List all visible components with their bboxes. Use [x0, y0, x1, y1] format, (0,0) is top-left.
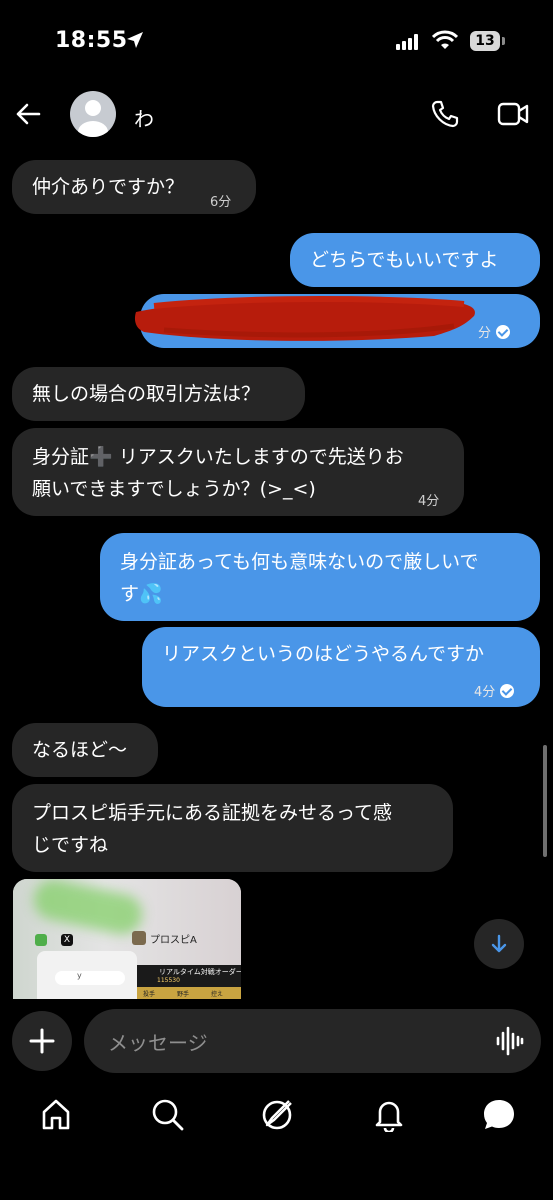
message-text-line2: す💦 [120, 583, 163, 605]
bell-icon[interactable] [373, 1098, 405, 1132]
redaction-scribble [134, 296, 475, 341]
read-check-icon [496, 325, 511, 339]
back-arrow-icon[interactable] [14, 100, 42, 128]
contact-name[interactable]: わ [134, 103, 154, 132]
game-tab-pitcher: 投手 [143, 991, 156, 998]
message-bubble-outgoing[interactable]: リアスクというのはどうやるんですか 4分 [142, 627, 540, 707]
game-tabs: 投手 野手 控え [137, 987, 241, 999]
message-input[interactable]: メッセージ [84, 1009, 541, 1073]
chat-icon[interactable] [482, 1098, 516, 1132]
phone-icon[interactable] [430, 99, 460, 129]
plus-icon [29, 1028, 55, 1054]
message-bubble-incoming[interactable]: なるほど～ [12, 723, 158, 777]
shared-screenshot-image[interactable]: X プロスピA y リアルタイム対戦オーダー 115530 投手 野手 控え [13, 879, 241, 999]
search-bar-text: y [77, 971, 82, 980]
home-icon[interactable] [40, 1098, 72, 1132]
status-time: 18:55 [55, 28, 128, 53]
battery-indicator: 13 [470, 31, 500, 51]
message-text-line1: 身分証あっても何も意味ないので厳しいで [120, 551, 479, 573]
game-tab-fielder: 野手 [177, 991, 190, 998]
chevron-down-icon [491, 934, 507, 953]
video-camera-icon[interactable] [497, 100, 529, 128]
message-bubble-incoming[interactable]: プロスピ垢手元にある証拠をみせるって感 じですね [12, 784, 453, 872]
location-arrow-icon [127, 32, 143, 48]
message-status: 4分 [474, 677, 515, 709]
message-text-line2: じですね [32, 834, 109, 856]
message-bubble-incoming[interactable]: 身分証➕ リアスクいたしますので先送りお 願いできますでしょうか？(>_<) 4… [12, 428, 464, 516]
message-bubble-outgoing[interactable]: どちらでもいいですよ [290, 233, 540, 287]
add-attachment-button[interactable] [12, 1011, 72, 1071]
contact-avatar[interactable] [70, 91, 116, 137]
cellular-signal-icon [396, 34, 422, 50]
game-score: 115530 [157, 977, 180, 984]
scrollbar[interactable] [543, 745, 547, 857]
message-time: 4分 [418, 494, 440, 509]
message-bubble-incoming[interactable]: 無しの場合の取引方法は？ [12, 367, 305, 421]
search-bar-mini [55, 971, 125, 985]
message-bubble-outgoing[interactable]: 身分証あっても何も意味ないので厳しいで す💦 [100, 533, 540, 621]
scroll-to-bottom-button[interactable] [474, 919, 524, 969]
message-time: 4分 [474, 685, 496, 700]
compass-icon[interactable] [260, 1098, 294, 1132]
game-tab-bench: 控え [211, 991, 224, 998]
message-input-placeholder: メッセージ [108, 1031, 208, 1055]
read-check-icon [500, 684, 515, 698]
message-text: なるほど～ [32, 739, 128, 761]
message-text: 無しの場合の取引方法は？ [32, 383, 261, 405]
app-icon [132, 931, 146, 945]
message-bubble-incoming[interactable]: 仲介ありですか？ 6分 [12, 160, 256, 214]
game-banner-text: リアルタイム対戦オーダー [159, 968, 241, 976]
message-text: どちらでもいいですよ [310, 249, 499, 271]
game-banner: リアルタイム対戦オーダー 115530 投手 野手 控え [137, 965, 241, 999]
message-text-line1: 身分証➕ リアスクいたしますので先送りお [32, 446, 404, 468]
message-time: 6分 [210, 195, 232, 210]
microphone-waveform-icon[interactable] [496, 1026, 524, 1056]
message-text: 仲介ありですか？ [32, 176, 185, 198]
message-text: リアスクというのはどうやるんですか [162, 643, 485, 665]
default-avatar-icon [78, 100, 108, 137]
green-app-icon [35, 934, 47, 946]
search-icon[interactable] [151, 1098, 185, 1132]
wifi-icon [432, 30, 458, 49]
message-text-line1: プロスピ垢手元にある証拠をみせるって感 [32, 802, 393, 824]
battery-nub [502, 37, 505, 45]
app-name: プロスピA [150, 935, 197, 946]
x-app-icon: X [61, 934, 73, 946]
message-text-line2: 願いできますでしょうか？(>_<) [32, 478, 316, 500]
browser-card: y [37, 951, 137, 999]
